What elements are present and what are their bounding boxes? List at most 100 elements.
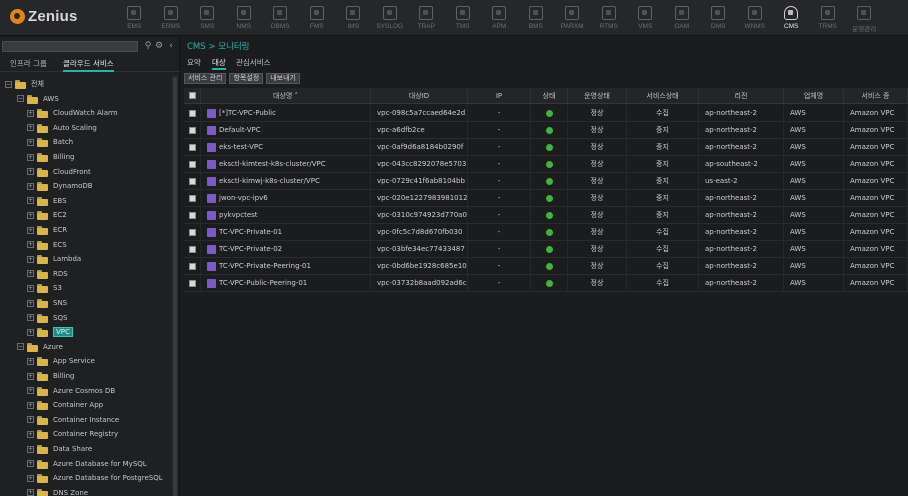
tree-item[interactable]: + Data Share bbox=[27, 442, 92, 456]
expand-icon[interactable]: + bbox=[27, 460, 34, 468]
column-header[interactable]: 대상ID bbox=[371, 88, 468, 103]
tree-item[interactable]: − AWS bbox=[17, 92, 59, 106]
table-cell[interactable] bbox=[184, 122, 201, 138]
tree-item[interactable]: + CloudFront bbox=[27, 165, 91, 179]
tree-item[interactable]: + App Service bbox=[27, 354, 95, 368]
row-checkbox[interactable] bbox=[188, 211, 196, 219]
column-header[interactable]: 서비스 종 bbox=[844, 88, 908, 103]
expand-icon[interactable]: + bbox=[27, 474, 34, 482]
table-cell[interactable] bbox=[184, 207, 201, 223]
nav-item-cms[interactable]: CMS bbox=[773, 4, 810, 34]
target-name[interactable]: eksctl-kimtest-k8s-cluster/VPC bbox=[219, 160, 326, 168]
expand-icon[interactable]: + bbox=[27, 357, 34, 365]
nav-item-fms[interactable]: FMS bbox=[299, 4, 336, 34]
tree-item[interactable]: + Azure Database for PostgreSQL bbox=[27, 471, 163, 485]
table-row[interactable]: Default-VPC vpc-a6dfb2ce - 정상 중지 ap-northeast… bbox=[184, 122, 908, 139]
expand-icon[interactable]: + bbox=[27, 255, 34, 263]
nav-item-ems[interactable]: EMS bbox=[116, 4, 153, 34]
row-checkbox[interactable] bbox=[188, 194, 196, 202]
target-name[interactable]: [*]TC-VPC-Public bbox=[219, 109, 276, 117]
target-name[interactable]: TC-VPC-Private-Peering-01 bbox=[219, 262, 311, 270]
tree-item[interactable]: + ECR bbox=[27, 223, 67, 237]
table-cell[interactable] bbox=[184, 190, 201, 206]
search-icon[interactable]: ⚲ bbox=[143, 41, 153, 52]
nav-item-vms[interactable]: VMS bbox=[627, 4, 664, 34]
tree-item[interactable]: + Batch bbox=[27, 135, 73, 149]
nav-item-nms[interactable]: NMS bbox=[226, 4, 263, 34]
gear-icon[interactable]: ⚙ bbox=[154, 41, 164, 52]
expand-icon[interactable]: + bbox=[27, 197, 34, 205]
tree-item[interactable]: + Container Registry bbox=[27, 427, 118, 441]
tree-scrollbar[interactable] bbox=[172, 75, 178, 496]
target-name[interactable]: jwon-vpc-ipv6 bbox=[219, 194, 268, 202]
nav-item-erms[interactable]: ERMS bbox=[153, 4, 190, 34]
row-checkbox[interactable] bbox=[188, 109, 196, 117]
column-header[interactable]: 운영상태 bbox=[568, 88, 627, 103]
column-settings-button[interactable]: 항목설정 bbox=[229, 73, 264, 84]
table-row[interactable]: eksctl-kimwj-k8s-cluster/VPC vpc-0729c41f… bbox=[184, 173, 908, 190]
nav-item-parxm[interactable]: PARXM bbox=[554, 4, 591, 34]
collapse-icon[interactable]: − bbox=[17, 95, 24, 103]
table-cell[interactable] bbox=[184, 275, 201, 291]
table-cell[interactable] bbox=[184, 258, 201, 274]
row-checkbox[interactable] bbox=[188, 126, 196, 134]
nav-item-tms[interactable]: TMS bbox=[445, 4, 482, 34]
tree-item[interactable]: + S3 bbox=[27, 281, 62, 295]
table-row[interactable]: eks-test-VPC vpc-0af9d6a8184b0290f - 정상 중지 ap… bbox=[184, 139, 908, 156]
target-name[interactable]: Default-VPC bbox=[219, 126, 261, 134]
tab-favorite-service[interactable]: 관심서비스 bbox=[236, 57, 271, 70]
tree-item[interactable]: + Azure Cosmos DB bbox=[27, 384, 115, 398]
table-row[interactable]: TC-VPC-Public-Peering-01 vpc-03732b8aad09… bbox=[184, 275, 908, 292]
column-header[interactable]: 리전 bbox=[699, 88, 784, 103]
table-row[interactable]: pykvpctest vpc-0310c974923d770a0- 정상 중지 ap-n… bbox=[184, 207, 908, 224]
nav-item-ims[interactable]: IMS bbox=[335, 4, 372, 34]
tree-item[interactable]: + Container Instance bbox=[27, 413, 119, 427]
expand-icon[interactable]: + bbox=[27, 430, 34, 438]
nav-item-dbms[interactable]: DBMS bbox=[262, 4, 299, 34]
target-name[interactable]: eks-test-VPC bbox=[219, 143, 263, 151]
column-header[interactable]: 업체명 bbox=[784, 88, 844, 103]
table-cell[interactable] bbox=[184, 173, 201, 189]
tree-item[interactable]: + EC2 bbox=[27, 208, 67, 222]
tree-item[interactable]: + RDS bbox=[27, 267, 68, 281]
target-name[interactable]: TC-VPC-Private-02 bbox=[219, 245, 282, 253]
row-checkbox[interactable] bbox=[188, 279, 196, 287]
tree-search-input[interactable] bbox=[2, 41, 138, 52]
row-checkbox[interactable] bbox=[188, 262, 196, 270]
tree-item[interactable]: + Azure Database for MySQL bbox=[27, 457, 147, 471]
expand-icon[interactable]: + bbox=[27, 226, 34, 234]
nav-item-syslog[interactable]: SYSLOG bbox=[372, 4, 409, 34]
expand-icon[interactable]: + bbox=[27, 284, 34, 292]
tree-scrollbar-thumb[interactable] bbox=[173, 77, 177, 496]
expand-icon[interactable]: + bbox=[27, 489, 34, 496]
nav-item-oam[interactable]: OAM bbox=[664, 4, 701, 34]
expand-icon[interactable]: + bbox=[27, 138, 34, 146]
table-row[interactable]: jwon-vpc-ipv6 vpc-020e1227983981012- 정상 중지 a… bbox=[184, 190, 908, 207]
expand-icon[interactable]: + bbox=[27, 328, 34, 336]
expand-icon[interactable]: + bbox=[27, 168, 34, 176]
expand-icon[interactable]: + bbox=[27, 211, 34, 219]
tree-item[interactable]: + CloudWatch Alarm bbox=[27, 106, 118, 120]
tab-summary[interactable]: 요약 bbox=[187, 57, 201, 70]
nav-item-dms[interactable]: DMS bbox=[700, 4, 737, 34]
table-row[interactable]: TC-VPC-Private-Peering-01 vpc-0bd6be1928c… bbox=[184, 258, 908, 275]
target-name[interactable]: pykvpctest bbox=[219, 211, 258, 219]
expand-icon[interactable]: + bbox=[27, 241, 34, 249]
tree-item[interactable]: + Billing bbox=[27, 369, 74, 383]
nav-item-bms[interactable]: BMS bbox=[518, 4, 555, 34]
select-all-checkbox[interactable] bbox=[188, 92, 196, 99]
row-checkbox[interactable] bbox=[188, 228, 196, 236]
row-checkbox[interactable] bbox=[188, 160, 196, 168]
expand-icon[interactable]: + bbox=[27, 270, 34, 278]
nav-item-trap[interactable]: TRAP bbox=[408, 4, 445, 34]
tree-item[interactable]: + SQS bbox=[27, 311, 67, 325]
export-button[interactable]: 내보내기 bbox=[266, 73, 300, 84]
table-row[interactable]: [*]TC-VPC-Public vpc-098c5a7ccaed64e2d - 정상… bbox=[184, 105, 908, 122]
tree-item[interactable]: − Azure bbox=[17, 340, 63, 354]
tab-infra-group[interactable]: 인프라 그룹 bbox=[10, 58, 47, 72]
expand-icon[interactable]: + bbox=[27, 401, 34, 409]
tree-item[interactable]: + DNS Zone bbox=[27, 486, 88, 496]
tree-item[interactable]: − 전체 bbox=[5, 77, 44, 91]
select-all-header[interactable] bbox=[184, 88, 201, 103]
collapse-icon[interactable]: − bbox=[5, 80, 12, 88]
